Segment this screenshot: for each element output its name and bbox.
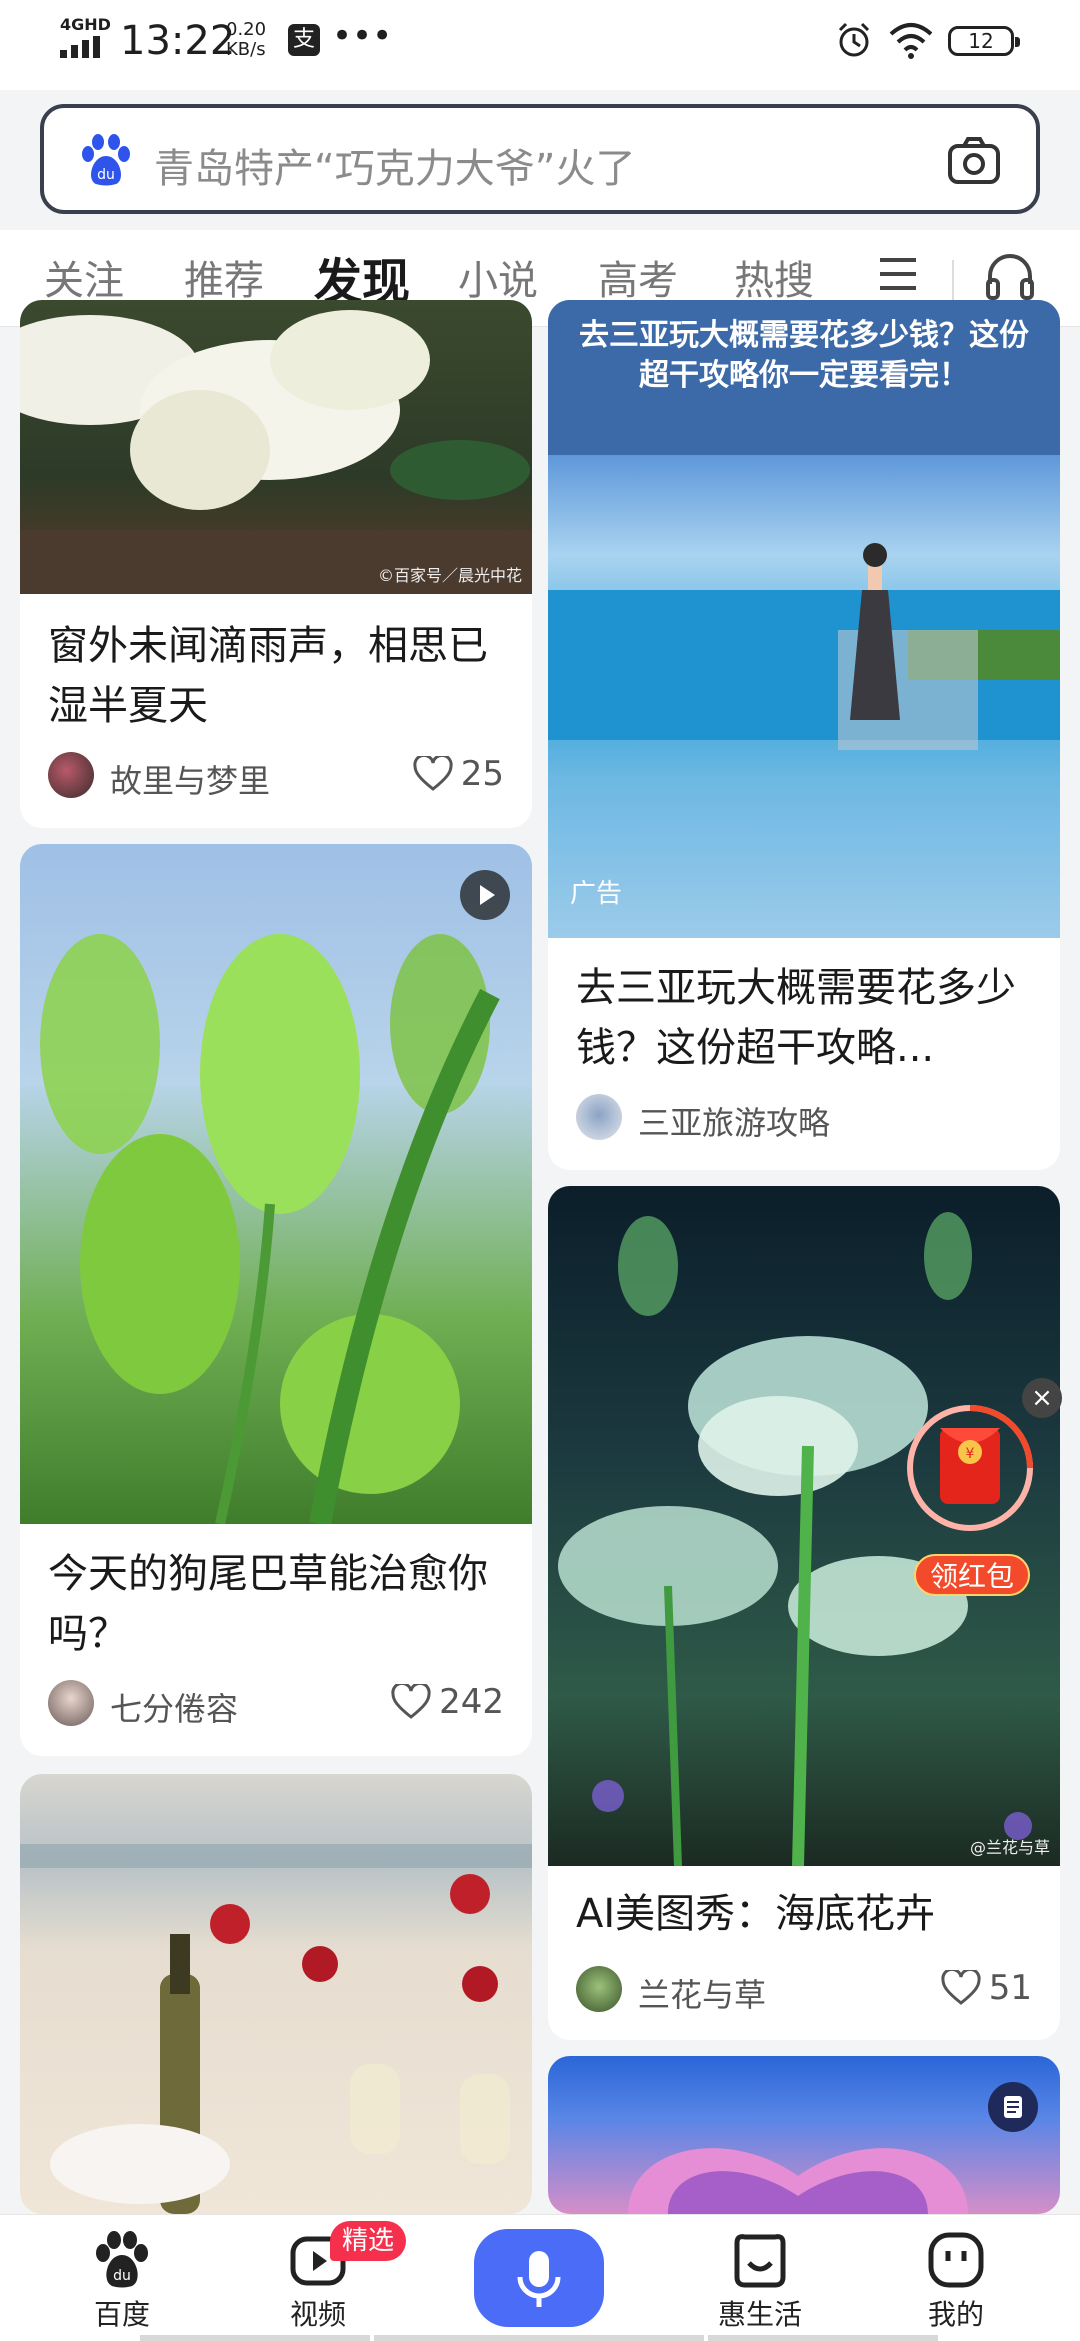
gesture-bar (708, 2335, 938, 2341)
ad-overlay-text: 去三亚玩大概需要花多少钱？这份超干攻略你一定要看完！ (579, 318, 1029, 393)
status-bar: 4GHD 13:22 0.20 KB/s 支 ••• 12 (0, 0, 1080, 90)
tab-divider (952, 260, 954, 300)
like-button[interactable]: 242 (391, 1682, 504, 1722)
card-title: 窗外未闻滴雨声，相思已湿半夏天 (48, 623, 488, 729)
alarm-icon (838, 22, 870, 57)
like-button[interactable]: 25 (413, 754, 504, 794)
feed-card[interactable] (20, 1774, 532, 2214)
wifi-icon (889, 23, 933, 59)
feed-card[interactable]: 今天的狗尾巴草能治愈你吗？ 七分倦容 242 (20, 844, 532, 1756)
network-speed: 0.20 KB/s (226, 19, 267, 60)
article-icon[interactable] (988, 2082, 1038, 2132)
card-title: AI美图秀：海底花卉 (576, 1891, 936, 1937)
card-meta: 三亚旅游攻略 (576, 1094, 1032, 1142)
image-watermark: ©百家号／晨光中花 (377, 566, 522, 585)
tab-hot-search[interactable]: 热搜 (734, 248, 814, 306)
card-title: 今天的狗尾巴草能治愈你吗？ (48, 1551, 488, 1657)
avatar (48, 1680, 94, 1726)
card-meta: 兰花与草 51 (576, 1966, 1032, 2014)
nav-label: 视频 (289, 2298, 346, 2331)
card-image (20, 844, 532, 1524)
bottom-navigation: du 百度 视频 精选 惠生活 我的 (0, 2214, 1080, 2341)
like-button[interactable]: 51 (941, 1968, 1032, 2008)
tab-novel[interactable]: 小说 (458, 248, 538, 306)
avatar (576, 1094, 622, 1140)
feed-card[interactable] (548, 2056, 1060, 2214)
featured-badge: 精选 (330, 2221, 407, 2261)
heart-icon (391, 1684, 431, 1719)
baidu-logo-icon: du (82, 134, 130, 186)
headphones-icon[interactable] (984, 250, 1036, 302)
nav-label: 惠生活 (717, 2298, 802, 2331)
card-image: 去三亚玩大概需要花多少钱？这份超干攻略你一定要看完！ 广告 (548, 300, 1060, 938)
video-play-icon[interactable] (460, 870, 510, 920)
baidu-paw-icon: du (96, 2231, 148, 2288)
gardenia-flower-image (20, 310, 532, 594)
ad-tag: 广告 (570, 879, 623, 909)
svg-text:¥: ¥ (966, 1446, 975, 1462)
profile-face-icon (928, 2232, 984, 2288)
roses-champagne-image (20, 1844, 532, 2214)
avatar (48, 752, 94, 798)
tab-recommend[interactable]: 推荐 (184, 248, 264, 306)
signal-icon (60, 36, 100, 58)
gesture-bar (140, 2335, 370, 2341)
foxtail-grass-image (40, 934, 500, 1524)
more-notifications-icon: ••• (332, 16, 393, 56)
heart-icon (941, 1970, 981, 2005)
card-title: 去三亚玩大概需要花多少钱？这份超干攻略... (576, 965, 1016, 1071)
nav-hui-life[interactable]: 惠生活 (700, 2229, 820, 2333)
heart-clouds-image (628, 2148, 968, 2214)
microphone-icon (517, 2251, 561, 2307)
like-count: 242 (439, 1682, 504, 1722)
card-image: ©百家号／晨光中花 (20, 300, 532, 594)
alipay-icon: 支 (288, 24, 320, 56)
search-bar[interactable]: du 青岛特产“巧克力大爷”火了 (40, 104, 1040, 214)
tab-follow[interactable]: 关注 (44, 248, 124, 306)
author-name[interactable]: 故里与梦里 (110, 756, 270, 802)
author-name[interactable]: 七分倦容 (110, 1684, 238, 1730)
close-icon[interactable]: × (1022, 1378, 1062, 1418)
card-image (20, 1774, 532, 2214)
svg-text:du: du (97, 167, 115, 183)
author-name[interactable]: 三亚旅游攻略 (638, 1098, 830, 1144)
heart-icon (413, 756, 453, 791)
search-input[interactable]: 青岛特产“巧克力大爷”火了 (154, 136, 635, 194)
tab-gaokao[interactable]: 高考 (598, 248, 678, 306)
like-count: 25 (460, 754, 504, 794)
card-image (548, 2056, 1060, 2214)
feed-card[interactable]: ©百家号／晨光中花 窗外未闻滴雨声，相思已湿半夏天 故里与梦里 25 (20, 300, 532, 828)
feed-card[interactable]: @兰花与草 AI美图秀：海底花卉 兰花与草 51 (548, 1186, 1060, 2040)
nav-me[interactable]: 我的 (896, 2229, 1016, 2333)
gesture-bar (374, 2335, 704, 2341)
svg-text:du: du (113, 2268, 131, 2284)
voice-search-button[interactable] (474, 2229, 604, 2327)
ad-card[interactable]: 去三亚玩大概需要花多少钱？这份超干攻略你一定要看完！ 广告 去三亚玩大概需要花多… (548, 300, 1060, 1170)
smile-box-icon (734, 2234, 786, 2288)
nav-label: 我的 (927, 2298, 984, 2331)
nav-baidu[interactable]: du 百度 (62, 2229, 182, 2333)
menu-icon[interactable] (878, 254, 918, 294)
network-type: 4GHD (60, 15, 111, 34)
status-time: 13:22 (120, 18, 236, 64)
card-meta: 七分倦容 242 (48, 1680, 504, 1728)
author-name[interactable]: 兰花与草 (638, 1970, 766, 2016)
camera-icon[interactable] (946, 134, 1002, 186)
claim-red-packet-label[interactable]: 领红包 (914, 1554, 1030, 1596)
like-count: 51 (988, 1968, 1032, 2008)
card-meta: 故里与梦里 25 (48, 752, 504, 800)
battery-icon: 12 (948, 26, 1020, 56)
avatar (576, 1966, 622, 2012)
image-watermark: @兰花与草 (969, 1838, 1050, 1857)
nav-label: 百度 (93, 2298, 150, 2331)
